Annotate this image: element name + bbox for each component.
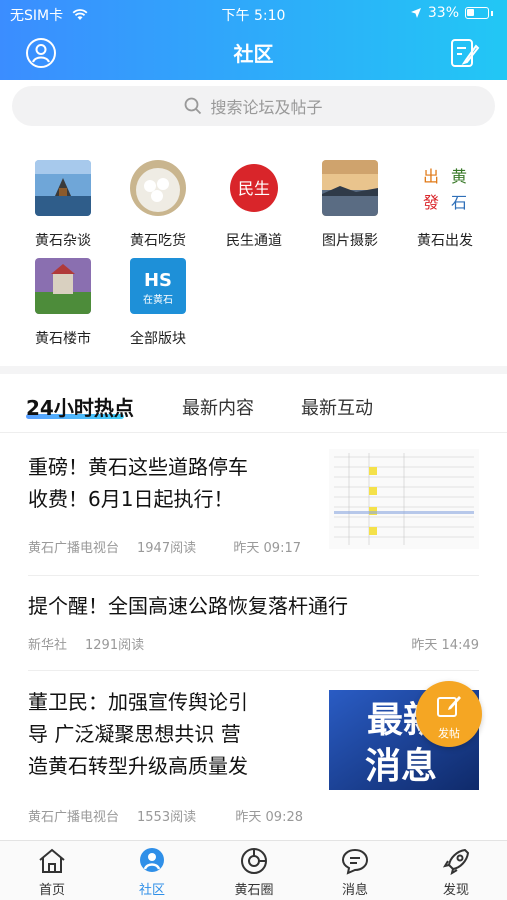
tabbar-item-discover[interactable]: 发现 <box>416 847 496 898</box>
tabbar-label: 发现 <box>442 883 469 898</box>
forum-thumb-all: HS 在黄石 <box>130 258 186 314</box>
post-reads: 1947阅读 <box>137 541 197 556</box>
thumb-text: 黄 <box>451 167 467 186</box>
tab-hot[interactable]: 24小时热点 <box>26 392 134 421</box>
home-icon <box>39 848 65 873</box>
tabbar-item-community[interactable]: 社区 <box>112 847 192 898</box>
forum-thumb-zatan <box>35 160 91 216</box>
post-separator <box>28 670 479 671</box>
thumb-text: HS <box>144 270 172 291</box>
post-title-line: 造黄石转型升级高质量发 <box>28 754 248 778</box>
tabbar-label: 社区 <box>138 883 165 898</box>
post-source: 黄石广播电视台 <box>28 541 120 556</box>
post-meta: 黄石广播电视台 1947阅读 <box>28 537 196 556</box>
battery-icon <box>465 7 489 19</box>
post-title-line: 收费！6月1日起执行！ <box>28 487 234 511</box>
navbar: 社区 <box>0 30 507 76</box>
tabbar-label: 消息 <box>341 883 368 898</box>
forum-item-chufa[interactable]: 出 黄 發 石 黄石出发 <box>395 160 495 250</box>
post-reads: 1291阅读 <box>85 638 145 653</box>
post-time: 昨天 09:28 <box>235 810 303 825</box>
post-item[interactable]: 重磅！黄石这些道路停车 收费！6月1日起执行！ 黄石广播电视台 1947阅读 昨… <box>0 433 507 576</box>
thumb-text: 民生 <box>238 179 270 198</box>
message-icon <box>341 848 369 875</box>
compose-icon <box>437 696 461 717</box>
forum-item-sheying[interactable]: 图片摄影 <box>300 160 400 250</box>
forum-label: 黄石出发 <box>417 233 473 249</box>
edit-icon[interactable] <box>447 36 481 70</box>
post-item[interactable]: 提个醒！全国高速公路恢复落杆通行 新华社 1291阅读 昨天 14:49 <box>0 576 507 672</box>
tabbar-item-home[interactable]: 首页 <box>12 847 92 898</box>
post-title-line: 导 广泛凝聚思想共识 营 <box>28 722 241 746</box>
thumb-text: 消息 <box>365 746 437 787</box>
post-meta: 新华社 1291阅读 <box>28 634 144 653</box>
search-icon <box>185 97 202 115</box>
status-right: 33% <box>410 5 493 21</box>
post-thumbnail <box>329 449 479 549</box>
post-source: 黄石广播电视台 <box>28 810 120 825</box>
tab-interaction[interactable]: 最新互动 <box>301 394 373 420</box>
forum-label: 黄石楼市 <box>35 331 91 347</box>
post-title-line: 重磅！黄石这些道路停车 <box>28 455 248 479</box>
post-reads: 1553阅读 <box>137 810 197 825</box>
tabbar-label: 首页 <box>38 883 65 898</box>
tabbar-item-circle[interactable]: 黄石圈 <box>214 847 294 898</box>
battery-cap <box>491 10 493 16</box>
post-title-line: 提个醒！全国高速公路恢复落杆通行 <box>28 594 348 618</box>
forum-item-chihuo[interactable]: 黄石吃货 <box>108 160 208 250</box>
forum-label: 黄石吃货 <box>130 233 186 249</box>
feed-tabs: 24小时热点 最新内容 最新互动 <box>0 380 507 430</box>
tab-latest[interactable]: 最新内容 <box>182 394 254 420</box>
search-bar[interactable]: 搜索论坛及帖子 <box>12 86 495 126</box>
post-meta: 黄石广播电视台 1553阅读 <box>28 806 196 825</box>
location-icon <box>410 8 421 18</box>
new-post-label: 发帖 <box>438 727 460 740</box>
community-icon <box>140 848 164 872</box>
rocket-icon <box>442 848 470 875</box>
tabbar-label: 黄石圈 <box>234 883 274 898</box>
post-title: 提个醒！全国高速公路恢复落杆通行 <box>28 590 348 622</box>
forum-thumb-chihuo <box>130 160 186 216</box>
thumb-text: 石 <box>451 193 467 212</box>
forum-label: 全部版块 <box>130 331 186 347</box>
search-placeholder: 搜索论坛及帖子 <box>210 98 323 117</box>
circle-icon <box>241 848 267 874</box>
post-title: 重磅！黄石这些道路停车 收费！6月1日起执行！ <box>28 451 248 515</box>
post-title-line: 董卫民：加强宣传舆论引 <box>28 690 248 714</box>
forum-item-loushi[interactable]: 黄石楼市 <box>13 258 113 348</box>
bottom-tab-bar: 首页 社区 黄石圈 消息 发现 <box>0 840 507 900</box>
post-source: 新华社 <box>28 638 68 653</box>
post-time: 昨天 09:17 <box>233 541 301 556</box>
status-bar: 无SIM卡 下午 5:10 33% <box>0 0 507 26</box>
battery-percent: 33% <box>427 5 459 21</box>
forum-thumb-loushi <box>35 258 91 314</box>
page-title: 社区 <box>233 42 274 66</box>
thumb-text: 出 <box>423 167 439 186</box>
section-divider <box>0 366 507 374</box>
thumb-text: 在黄石 <box>143 293 173 306</box>
thumb-text: 發 <box>423 193 439 212</box>
forum-item-all[interactable]: HS 在黄石 全部版块 <box>108 258 208 348</box>
post-time: 昨天 14:49 <box>411 638 479 653</box>
post-title: 董卫民：加强宣传舆论引 导 广泛凝聚思想共识 营 造黄石转型升级高质量发 <box>28 686 248 782</box>
header: 无SIM卡 下午 5:10 33% 社区 <box>0 0 507 80</box>
forum-thumb-sheying <box>322 160 378 216</box>
forum-thumb-chufa: 出 黄 發 石 <box>417 160 473 216</box>
forum-thumb-minsheng: 民生 <box>226 160 282 216</box>
forum-label: 图片摄影 <box>322 233 378 249</box>
forum-item-minsheng[interactable]: 民生 民生通道 <box>204 160 304 250</box>
forum-item-zatan[interactable]: 黄石杂谈 <box>13 160 113 250</box>
tabbar-item-messages[interactable]: 消息 <box>315 847 395 898</box>
forum-label: 民生通道 <box>226 233 282 249</box>
forum-label: 黄石杂谈 <box>35 233 91 249</box>
new-post-button[interactable]: 发帖 <box>416 681 482 747</box>
